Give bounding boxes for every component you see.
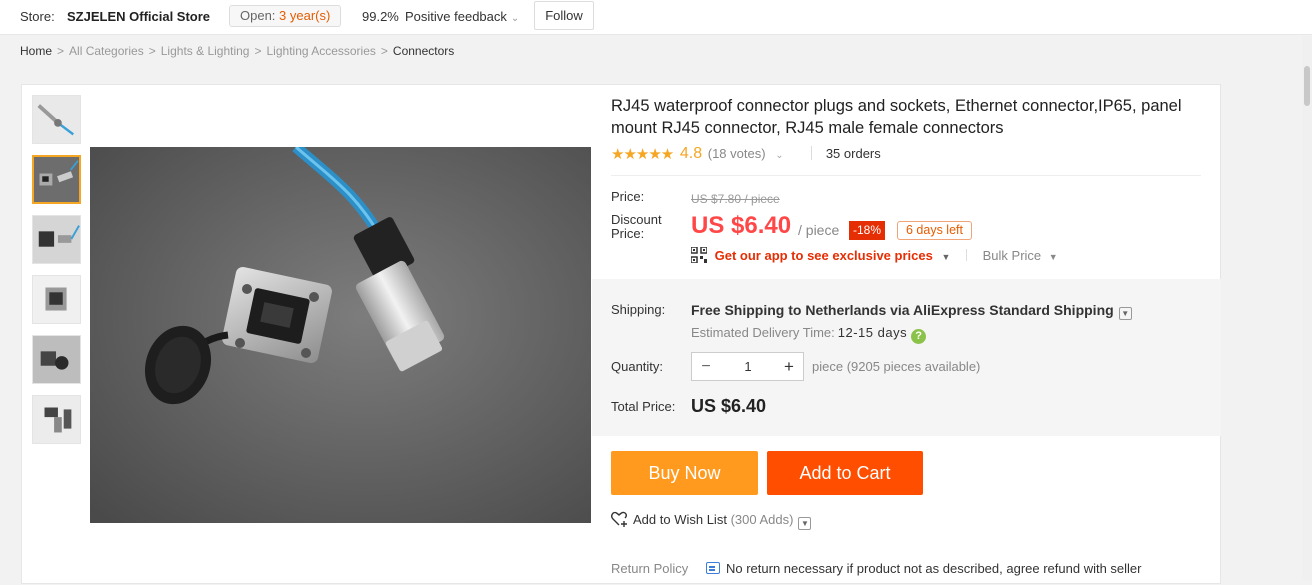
rating-value: 4.8 <box>679 145 703 162</box>
breadcrumb-all-categories[interactable]: All Categories <box>69 44 144 58</box>
thumbnail-1[interactable] <box>32 95 81 144</box>
product-info: RJ45 waterproof connector plugs and sock… <box>592 85 1221 585</box>
chevron-down-icon[interactable]: ⌄ <box>775 150 783 161</box>
app-promo-row: Get our app to see exclusive prices ▼ Bu… <box>691 247 1058 265</box>
decrease-quantity-button[interactable]: − <box>692 353 720 380</box>
votes-link[interactable]: (18 votes) <box>708 146 766 161</box>
shipping-method[interactable]: Free Shipping to Netherlands via AliExpr… <box>691 302 1132 320</box>
store-label: Store: <box>20 9 55 24</box>
chevron-down-icon[interactable]: ▼ <box>1118 307 1132 320</box>
heart-plus-icon <box>611 511 627 527</box>
days-left-badge: 6 days left <box>897 221 972 240</box>
quantity-input[interactable]: 1 <box>720 353 776 380</box>
thumbnail-4[interactable] <box>32 275 81 324</box>
product-title: RJ45 waterproof connector plugs and sock… <box>611 97 1182 137</box>
product-panel: RJ45 waterproof connector plugs and sock… <box>21 84 1221 584</box>
breadcrumb-lights-lighting[interactable]: Lights & Lighting <box>161 44 250 58</box>
caret-down-icon[interactable]: ▼ <box>941 252 950 262</box>
thumbnail-5[interactable] <box>32 335 81 384</box>
breadcrumb-separator: > <box>254 44 262 58</box>
thumbnail-2[interactable] <box>32 155 81 204</box>
shipping-quantity-box: Shipping: Free Shipping to Netherlands v… <box>592 279 1221 436</box>
thumbnail-6[interactable] <box>32 395 81 444</box>
add-to-wishlist[interactable]: Add to Wish List (300 Adds) ▼ <box>611 511 812 530</box>
caret-down-icon[interactable]: ▼ <box>1049 252 1058 262</box>
bulk-price-dropdown[interactable]: Bulk Price <box>983 248 1042 263</box>
store-bar: Store: SZJELEN Official Store Open: 3 ye… <box>0 0 1312 35</box>
breadcrumb-connectors[interactable]: Connectors <box>393 44 454 58</box>
page-scrollbar[interactable] <box>1302 36 1312 580</box>
chevron-down-icon: ⌄ <box>510 13 520 24</box>
discount-badge: -18% <box>849 221 886 240</box>
price-unit: / piece <box>798 222 840 238</box>
breadcrumb: Home > All Categories > Lights & Lighting > Li… <box>20 44 454 58</box>
discount-price: US $6.40 <box>691 212 792 239</box>
product-main-image[interactable] <box>90 147 591 523</box>
wishlist-count: (300 Adds) <box>730 512 794 527</box>
help-icon[interactable]: ? <box>911 329 927 344</box>
quantity-stepper: − 1 + <box>691 352 804 381</box>
return-policy-text: No return necessary if product not as de… <box>726 561 1142 576</box>
divider <box>966 249 967 261</box>
open-label: Open: <box>240 8 276 23</box>
est-value: 12-15 days <box>837 325 908 340</box>
est-label: Estimated Delivery Time: <box>691 325 835 340</box>
estimated-delivery: Estimated Delivery Time: 12-15 days? <box>691 325 927 344</box>
return-policy-value: No return necessary if product not as de… <box>706 561 1142 576</box>
quantity-label: Quantity: <box>611 359 664 374</box>
qr-code-icon <box>691 247 707 263</box>
original-price: US $7.80 / piece <box>691 192 780 206</box>
divider <box>811 146 813 160</box>
orders-count: 35 orders <box>825 146 881 161</box>
store-open-badge: Open: 3 year(s) <box>229 5 342 27</box>
breadcrumb-separator: > <box>148 44 156 58</box>
feedback-percent: 99.2% <box>362 9 399 24</box>
breadcrumb-home[interactable]: Home <box>20 44 52 58</box>
breadcrumb-lighting-accessories[interactable]: Lighting Accessories <box>267 44 376 58</box>
thumbnail-3[interactable] <box>32 215 81 264</box>
shipping-label: Shipping: <box>611 302 666 317</box>
star-rating-icon: ★★★★★ <box>611 146 674 163</box>
price-label: Price: <box>611 189 645 204</box>
total-price: US $6.40 <box>691 396 767 416</box>
increase-quantity-button[interactable]: + <box>775 353 803 380</box>
rating-row: ★★★★★ 4.8 (18 votes) ⌄ 35 orders <box>611 145 881 163</box>
add-to-cart-button[interactable]: Add to Cart <box>767 451 923 495</box>
total-price-label: Total Price: <box>611 399 676 414</box>
pieces-available: piece (9205 pieces available) <box>812 359 981 374</box>
follow-button[interactable]: Follow <box>534 1 594 30</box>
return-policy-label: Return Policy <box>611 561 689 576</box>
store-name-link[interactable]: SZJELEN Official Store <box>67 9 210 24</box>
feedback-label: Positive feedback <box>405 9 507 24</box>
app-promo-link[interactable]: Get our app to see exclusive prices <box>715 248 933 263</box>
chevron-down-icon[interactable]: ▼ <box>798 517 812 530</box>
wishlist-label: Add to Wish List <box>633 512 727 527</box>
scrollbar-thumb[interactable] <box>1304 66 1310 106</box>
breadcrumb-separator: > <box>57 44 65 58</box>
shipping-value: Free Shipping to Netherlands via AliExpr… <box>691 302 1114 318</box>
divider <box>611 175 1201 176</box>
breadcrumb-separator: > <box>380 44 388 58</box>
buy-now-button[interactable]: Buy Now <box>611 451 758 495</box>
positive-feedback-dropdown[interactable]: Positive feedback ⌄ <box>405 9 519 24</box>
open-years: 3 year(s) <box>279 8 331 23</box>
discount-price-label: Discount Price: <box>611 212 662 241</box>
policy-icon <box>706 562 720 574</box>
